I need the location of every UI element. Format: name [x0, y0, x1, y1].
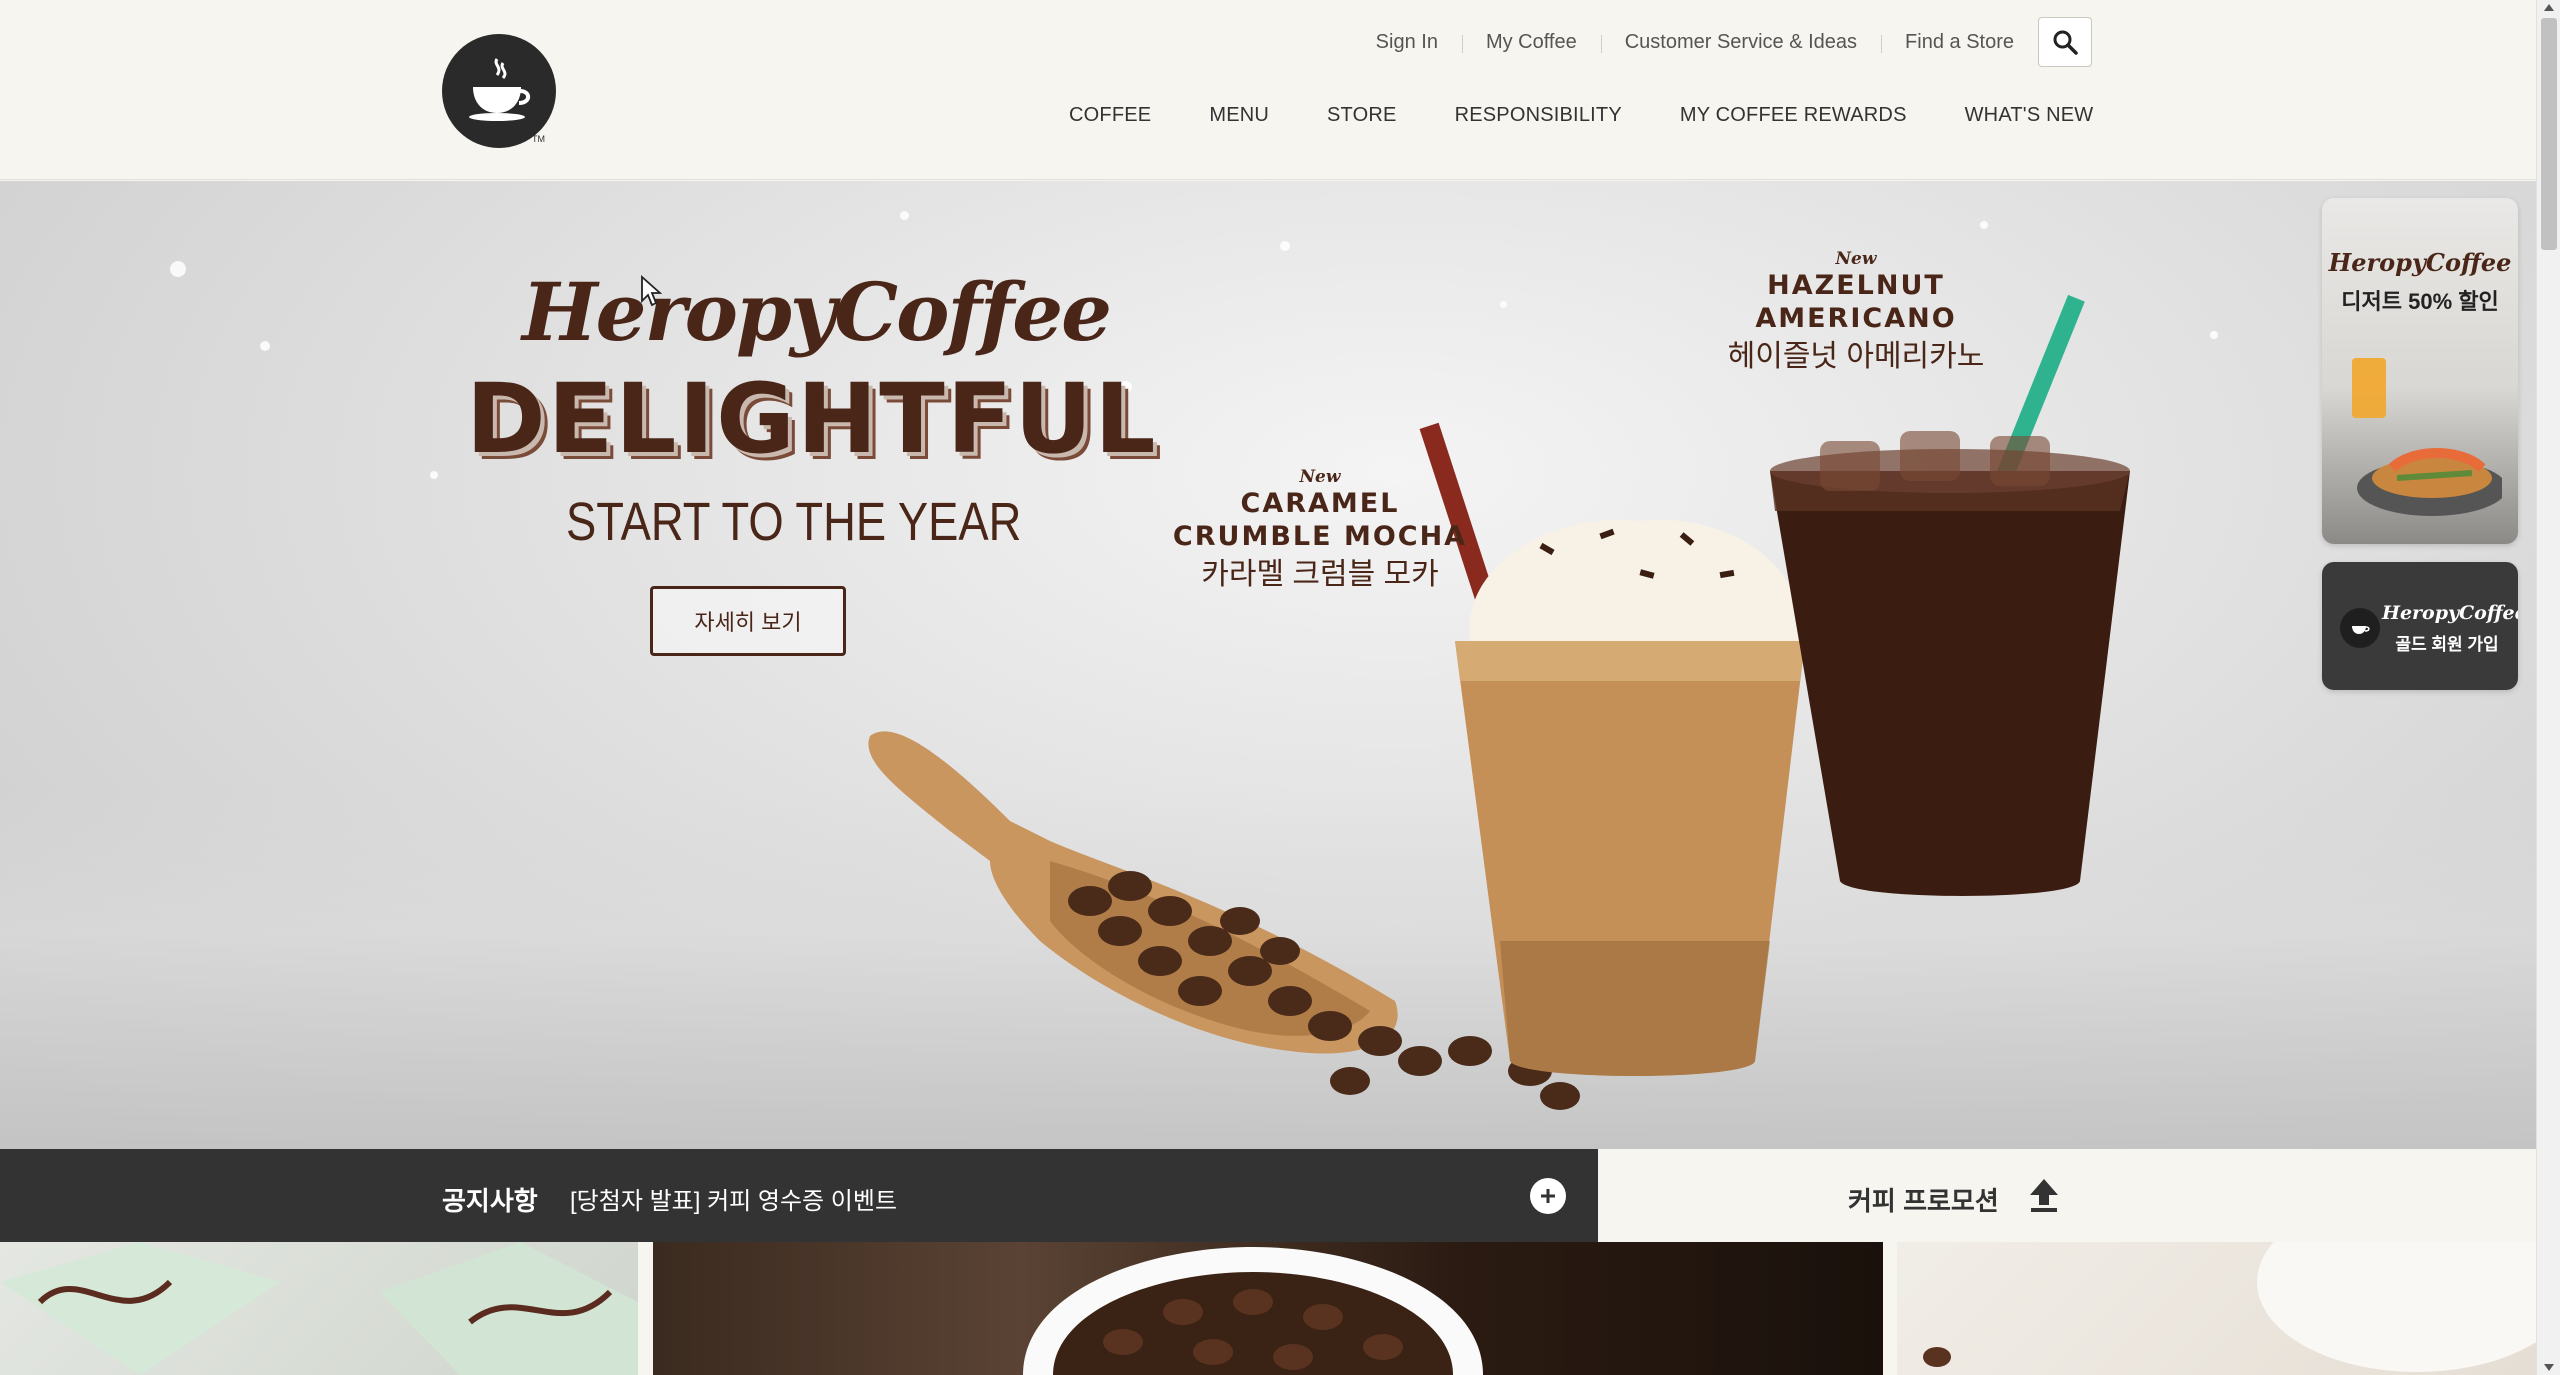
customer-service-link[interactable]: Customer Service & Ideas	[1600, 31, 1881, 54]
coffee-cup-logo-icon[interactable]	[442, 34, 556, 148]
product-name-en-line2: AMERICANO	[1755, 303, 1957, 334]
promo-tile-dessert[interactable]	[0, 1242, 638, 1375]
dessert-discount-banner[interactable]: HeropyCoffee 디저트 50% 할인	[2322, 198, 2518, 544]
hero-detail-button[interactable]: 자세히 보기	[650, 586, 846, 656]
logo-trademark: TM	[532, 134, 545, 144]
banner-brand: HeropyCoffee	[2328, 248, 2512, 277]
latte-cup-image	[1923, 1242, 2536, 1372]
sub-menu: Sign In My Coffee Customer Service & Ide…	[1352, 17, 2092, 67]
notice-more-button[interactable]	[1530, 1178, 1566, 1214]
hero-headline: DELIGHTFUL	[466, 363, 1158, 475]
plus-icon	[1541, 1189, 1555, 1203]
nav-coffee[interactable]: COFFEE	[1040, 96, 1180, 135]
upload-arrow-icon	[2030, 1179, 2058, 1212]
scroll-down-arrow-icon[interactable]	[2544, 1364, 2554, 1371]
product-name-en-line1: HAZELNUT	[1767, 270, 1945, 301]
nav-menu[interactable]: MENU	[1180, 96, 1298, 135]
promotion-label: 커피 프로모션	[1848, 1186, 1999, 1216]
product-name-ko: 카라멜 크럼블 모카	[1201, 558, 1439, 591]
coffee-cup-icon	[2340, 608, 2380, 648]
sign-in-link[interactable]: Sign In	[1352, 31, 1462, 54]
page-scrollbar[interactable]	[2536, 0, 2560, 1375]
promo-tile-coffee-beans[interactable]	[653, 1242, 1883, 1375]
notice-bar: 공지사항 [당첨자 발표] 커피 영수증 이벤트	[0, 1149, 1598, 1242]
product-new-tag: New	[1835, 249, 1877, 269]
nav-store[interactable]: STORE	[1298, 96, 1426, 135]
product-label-hazelnut: New HAZELNUT AMERICANO 헤이즐넛 아메리카노	[1706, 249, 2006, 377]
hero-product-illustration	[868, 294, 2130, 1110]
find-a-store-link[interactable]: Find a Store	[1881, 31, 2038, 54]
search-button[interactable]	[2038, 17, 2092, 67]
site-header: TM Sign In My Coffee Customer Service & …	[0, 0, 2536, 180]
nav-whats-new[interactable]: WHAT'S NEW	[1936, 96, 2123, 135]
scroll-up-arrow-icon[interactable]	[2544, 4, 2554, 11]
hero-brand-title: HeropyCoffee	[522, 265, 1112, 359]
product-name-en-line2: CRUMBLE MOCHA	[1172, 521, 1468, 552]
product-label-caramel: New CARAMEL CRUMBLE MOCHA 카라멜 크럼블 모카	[1170, 467, 1470, 595]
nav-responsibility[interactable]: RESPONSIBILITY	[1426, 96, 1651, 135]
product-new-tag: New	[1299, 467, 1341, 487]
notice-text[interactable]: [당첨자 발표] 커피 영수증 이벤트	[570, 1181, 897, 1216]
promotion-toggle[interactable]: 커피 프로모션	[1598, 1149, 2536, 1242]
hero-banner: HeropyCoffee DELIGHTFUL START TO THE YEA…	[0, 181, 2536, 1149]
product-name-ko: 헤이즐넛 아메리카노	[1727, 340, 1985, 373]
product-name-en-line1: CARAMEL	[1240, 488, 1400, 519]
my-coffee-link[interactable]: My Coffee	[1461, 31, 1601, 54]
search-icon	[2053, 30, 2078, 55]
scroll-thumb[interactable]	[2541, 18, 2557, 250]
banner-brand: HeropyCoffee	[2382, 602, 2518, 624]
dessert-plate-image	[2352, 358, 2502, 516]
dessert-bars-image	[0, 1242, 638, 1375]
main-menu: COFFEE MENU STORE RESPONSIBILITY MY COFF…	[1040, 96, 2122, 135]
promo-tile-latte[interactable]	[1897, 1242, 2536, 1375]
nav-my-coffee-rewards[interactable]: MY COFFEE REWARDS	[1651, 96, 1936, 135]
banner-text: 골드 회원 가입	[2395, 635, 2499, 654]
gold-member-banner[interactable]: HeropyCoffee 골드 회원 가입	[2322, 562, 2518, 690]
coffee-beans-bowl-image	[1023, 1247, 1483, 1375]
mouse-cursor-icon	[641, 275, 662, 307]
notice-title: 공지사항	[442, 1186, 538, 1216]
banner-text: 디저트 50% 할인	[2341, 289, 2499, 314]
hero-subline: START TO THE YEAR	[566, 492, 1022, 552]
